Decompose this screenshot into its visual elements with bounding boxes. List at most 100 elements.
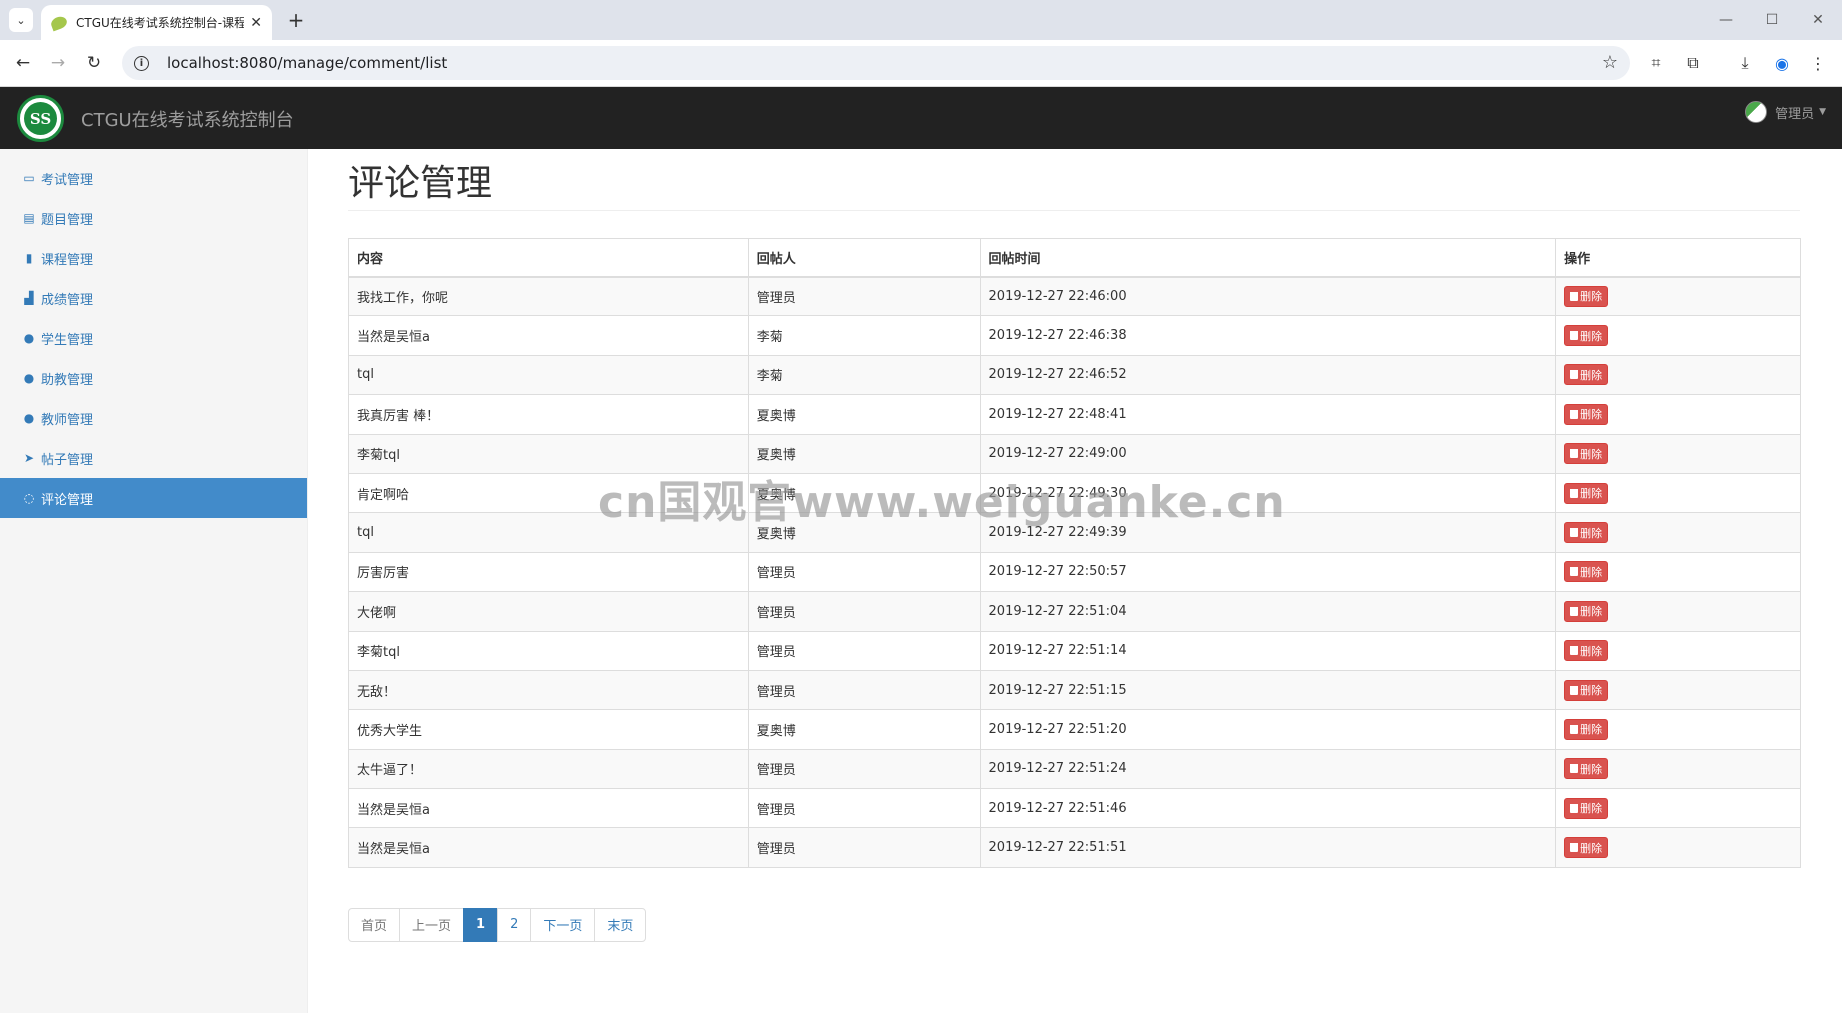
cell-time: 2019-12-27 22:48:41 bbox=[979, 394, 1557, 435]
cell-time: 2019-12-27 22:51:46 bbox=[979, 788, 1557, 829]
delete-button[interactable]: 删除 bbox=[1564, 443, 1609, 465]
delete-label: 删除 bbox=[1580, 565, 1603, 579]
delete-button[interactable]: 删除 bbox=[1564, 797, 1609, 819]
extension-icon[interactable]: ⧉ bbox=[1681, 51, 1705, 75]
delete-button[interactable]: 删除 bbox=[1564, 718, 1609, 740]
sidebar-item-1[interactable]: ▭ 考试管理 bbox=[0, 158, 307, 198]
cell-operation: 删除 bbox=[1555, 788, 1801, 829]
sidebar-item-label: 教师管理 bbox=[41, 412, 94, 428]
sidebar-item-4[interactable]: ▟ 成绩管理 bbox=[0, 278, 307, 318]
sidebar-item-3[interactable]: ▮ 课程管理 bbox=[0, 238, 307, 278]
download-icon[interactable]: ⤓ bbox=[1733, 51, 1757, 75]
comment-icon: ◌ bbox=[23, 491, 35, 505]
delete-button[interactable]: 删除 bbox=[1564, 285, 1609, 307]
cell-operation: 删除 bbox=[1555, 630, 1801, 671]
close-icon[interactable]: ✕ bbox=[250, 15, 262, 31]
delete-button[interactable]: 删除 bbox=[1564, 403, 1609, 425]
cell-time: 2019-12-27 22:51:51 bbox=[979, 827, 1557, 868]
table-row: 大佬啊 管理员 2019-12-27 22:51:04 删除 bbox=[348, 591, 1801, 632]
delete-button[interactable]: 删除 bbox=[1564, 758, 1609, 780]
reload-icon[interactable]: ↻ bbox=[82, 51, 106, 75]
brand-title[interactable]: CTGU在线考试系统控制台 bbox=[81, 106, 294, 132]
sidebar-item-9[interactable]: ◌ 评论管理 bbox=[0, 478, 307, 518]
maximize-icon[interactable]: ☐ bbox=[1760, 8, 1784, 32]
sidebar-item-label: 成绩管理 bbox=[41, 292, 94, 308]
header-user: 回帖人 bbox=[747, 238, 981, 278]
delete-button[interactable]: 删除 bbox=[1564, 325, 1609, 347]
sidebar-item-5[interactable]: ● 学生管理 bbox=[0, 318, 307, 358]
sidebar-item-8[interactable]: ➤ 帖子管理 bbox=[0, 438, 307, 478]
caret-down-icon: ▼ bbox=[1819, 107, 1826, 117]
cell-time: 2019-12-27 22:51:15 bbox=[979, 669, 1557, 711]
plus-icon[interactable]: + bbox=[284, 8, 308, 32]
logo[interactable]: SS bbox=[17, 95, 64, 142]
cell-user: 管理员 bbox=[747, 551, 981, 593]
cell-user: 管理员 bbox=[747, 827, 981, 868]
page-2[interactable]: 2 bbox=[497, 907, 532, 942]
user-icon: ● bbox=[23, 371, 35, 385]
cell-operation: 删除 bbox=[1555, 512, 1801, 553]
sidebar-item-2[interactable]: ▤ 题目管理 bbox=[0, 198, 307, 238]
crop-icon[interactable]: ⌗ bbox=[1644, 51, 1668, 75]
cell-time: 2019-12-27 22:46:38 bbox=[979, 315, 1557, 356]
url-text[interactable]: localhost:8080/manage/comment/list bbox=[167, 54, 447, 72]
delete-label: 删除 bbox=[1580, 447, 1603, 461]
watermark: cn国观官www.weiguanke.cn bbox=[598, 477, 1286, 528]
cell-content: 我真厉害 棒！ bbox=[348, 394, 749, 435]
delete-label: 删除 bbox=[1580, 841, 1603, 855]
delete-button[interactable]: 删除 bbox=[1564, 364, 1609, 386]
delete-label: 删除 bbox=[1580, 526, 1603, 540]
delete-label: 删除 bbox=[1580, 644, 1603, 658]
table-row: tql 李菊 2019-12-27 22:46:52 删除 bbox=[348, 354, 1801, 396]
cell-operation: 删除 bbox=[1555, 709, 1801, 750]
browser-tab[interactable]: CTGU在线考试系统控制台-课程 ✕ bbox=[41, 5, 272, 40]
page-first[interactable]: 首页 bbox=[348, 907, 401, 942]
delete-button[interactable]: 删除 bbox=[1564, 522, 1609, 544]
delete-button[interactable]: 删除 bbox=[1564, 600, 1609, 622]
table-row: 优秀大学生 夏奥博 2019-12-27 22:51:20 删除 bbox=[348, 709, 1801, 750]
page-prev[interactable]: 上一页 bbox=[399, 907, 465, 942]
cell-time: 2019-12-27 22:50:57 bbox=[979, 551, 1557, 593]
trash-icon bbox=[1570, 567, 1579, 577]
table-row: 当然是吴恒a 管理员 2019-12-27 22:51:51 删除 bbox=[348, 827, 1801, 868]
address-bar[interactable]: i localhost:8080/manage/comment/list ☆ bbox=[122, 46, 1630, 80]
header-time: 回帖时间 bbox=[979, 238, 1557, 278]
tab-search-icon[interactable]: ⌄ bbox=[9, 8, 33, 32]
delete-button[interactable]: 删除 bbox=[1564, 837, 1609, 859]
minimize-icon[interactable]: — bbox=[1714, 8, 1738, 32]
page-last[interactable]: 末页 bbox=[594, 907, 647, 942]
sidebar-item-7[interactable]: ● 教师管理 bbox=[0, 398, 307, 438]
back-icon[interactable]: ← bbox=[11, 51, 35, 75]
trash-icon bbox=[1570, 370, 1579, 380]
forward-icon[interactable]: → bbox=[46, 51, 70, 75]
trash-icon bbox=[1570, 764, 1579, 774]
page-1[interactable]: 1 bbox=[463, 907, 499, 942]
trash-icon bbox=[1570, 606, 1579, 616]
cell-operation: 删除 bbox=[1555, 591, 1801, 632]
info-icon[interactable]: i bbox=[134, 55, 149, 71]
star-icon[interactable]: ☆ bbox=[1602, 52, 1618, 73]
user-name: 管理员 bbox=[1775, 106, 1815, 122]
delete-label: 删除 bbox=[1580, 605, 1603, 619]
cell-operation: 删除 bbox=[1555, 472, 1801, 514]
cell-content: 厉害厉害 bbox=[348, 551, 749, 593]
table-row: 当然是吴恒a 李菊 2019-12-27 22:46:38 删除 bbox=[348, 315, 1801, 356]
monitor-icon: ▭ bbox=[23, 171, 35, 185]
menu-icon[interactable]: ⋮ bbox=[1806, 51, 1830, 75]
profile-icon[interactable]: ◉ bbox=[1770, 51, 1794, 75]
close-window-icon[interactable]: ✕ bbox=[1806, 8, 1830, 32]
user-menu[interactable]: 管理员 ▼ bbox=[1745, 101, 1826, 123]
cell-operation: 删除 bbox=[1555, 354, 1801, 396]
delete-button[interactable]: 删除 bbox=[1564, 482, 1609, 504]
delete-button[interactable]: 删除 bbox=[1564, 561, 1609, 583]
sidebar-item-label: 帖子管理 bbox=[41, 452, 94, 468]
trash-icon bbox=[1570, 803, 1579, 813]
delete-button[interactable]: 删除 bbox=[1564, 640, 1609, 662]
cell-user: 夏奥博 bbox=[747, 709, 981, 750]
cell-time: 2019-12-27 22:46:00 bbox=[979, 275, 1557, 317]
sidebar-item-6[interactable]: ● 助教管理 bbox=[0, 358, 307, 398]
trash-icon bbox=[1570, 331, 1579, 341]
delete-button[interactable]: 删除 bbox=[1564, 679, 1609, 701]
page-next[interactable]: 下一页 bbox=[530, 907, 596, 942]
browser-toolbar: ← → ↻ i localhost:8080/manage/comment/li… bbox=[0, 40, 1842, 87]
